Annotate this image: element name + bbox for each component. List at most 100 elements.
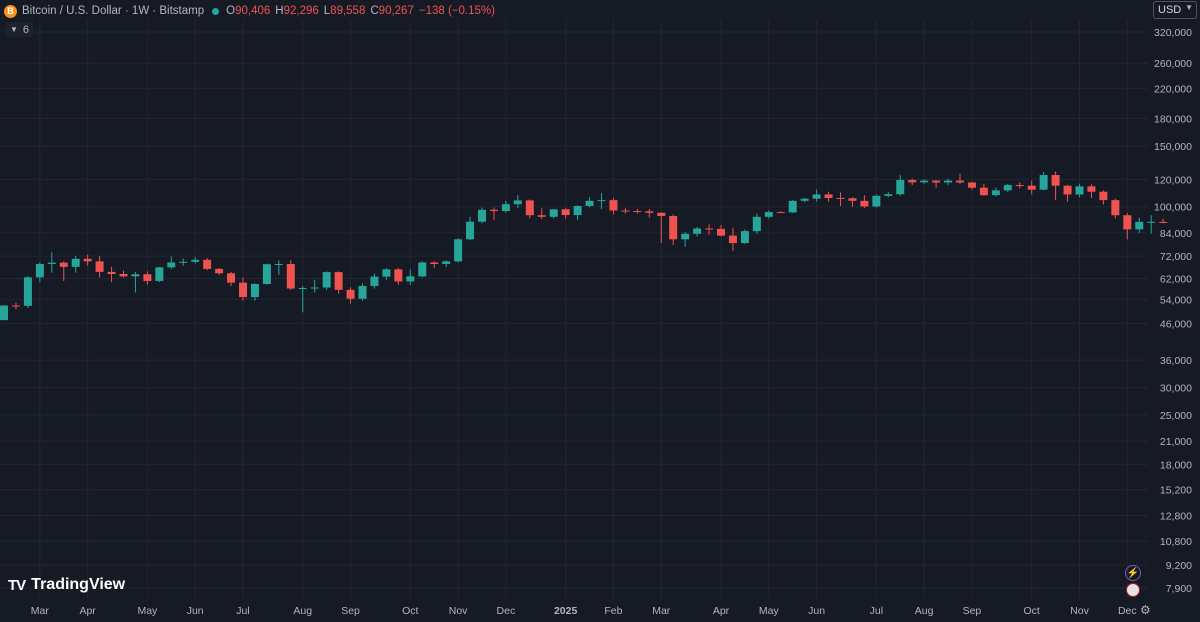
candle-body: [262, 264, 271, 284]
time-tick-label: Mar: [31, 605, 50, 617]
candle-body: [358, 285, 367, 299]
chevron-down-icon: ▼: [1185, 3, 1193, 12]
candle-body: [203, 259, 212, 269]
candle-body: [585, 200, 594, 206]
low-value: 89,558: [330, 5, 366, 17]
time-tick-label: Apr: [79, 605, 96, 617]
candle-body: [967, 182, 976, 188]
candle-body: [23, 277, 32, 306]
price-tick-label: 84,000: [1160, 228, 1192, 240]
candle-body: [657, 212, 666, 217]
price-tick-label: 220,000: [1154, 83, 1192, 95]
price-tick-label: 10,800: [1160, 536, 1192, 548]
time-tick-label: Sep: [963, 605, 982, 617]
candle-body: [860, 200, 869, 207]
price-tick-label: 320,000: [1154, 27, 1192, 39]
candle-body: [1123, 215, 1132, 230]
price-tick-label: 100,000: [1154, 202, 1192, 214]
price-chart[interactable]: 320,000 260,000 220,000 180,000 150,000 120,0…: [0, 0, 1200, 622]
candle-body: [681, 233, 690, 240]
candle-body: [824, 194, 833, 198]
time-tick-label: Oct: [1024, 605, 1040, 617]
candle-body: [800, 198, 809, 201]
close-label: C: [370, 5, 379, 17]
tradingview-logo-icon: TV: [8, 576, 26, 594]
time-tick-label: Nov: [1070, 605, 1089, 617]
candle-body: [1099, 191, 1108, 201]
candle-body: [513, 200, 522, 205]
candle-body: [382, 269, 391, 277]
candle-body: [489, 209, 498, 211]
candle-body: [466, 221, 475, 240]
candle-body: [47, 262, 56, 264]
candle-body: [1003, 185, 1012, 191]
candle-body: [979, 187, 988, 196]
price-tick-label: 46,000: [1160, 318, 1192, 330]
gear-icon[interactable]: ⚙: [1140, 603, 1151, 617]
symbol-legend[interactable]: B Bitcoin / U.S. Dollar · 1W · Bitstamp …: [4, 3, 500, 19]
time-tick-label: Jun: [808, 605, 825, 617]
candle-body: [83, 258, 92, 262]
time-tick-label: Feb: [604, 605, 622, 617]
candle-body: [1147, 221, 1156, 223]
time-tick-label: Nov: [449, 605, 468, 617]
candle-body: [286, 263, 295, 289]
time-tick-label: Apr: [713, 605, 730, 617]
open-label: O: [226, 5, 236, 17]
candle-body: [991, 190, 1000, 196]
time-tick-label: Sep: [341, 605, 360, 617]
price-tick-label: 12,800: [1160, 511, 1192, 523]
candle-body: [95, 261, 104, 272]
candle-body: [884, 194, 893, 196]
candle-body: [442, 261, 451, 264]
price-tick-label: 54,000: [1160, 294, 1192, 306]
candle-body: [645, 211, 654, 213]
time-tick-label: Aug: [915, 605, 934, 617]
candle-body: [167, 262, 176, 268]
candle-body: [705, 228, 714, 230]
currency-label: USD: [1158, 4, 1182, 16]
symbol-title[interactable]: Bitcoin / U.S. Dollar · 1W · Bitstamp: [22, 5, 204, 17]
open-value: 90,406: [235, 5, 271, 17]
candle-body: [1027, 185, 1036, 190]
change-value: −138 (−0.15%): [418, 5, 495, 17]
brand-name: TradingView: [31, 576, 126, 593]
currency-selector[interactable]: USD ▼: [1153, 1, 1197, 19]
candle-body: [179, 261, 188, 263]
candle-body: [669, 216, 678, 240]
candle-body: [143, 274, 152, 281]
candle-body: [1051, 175, 1060, 186]
indicators-toggle-button[interactable]: ▼ 6: [6, 22, 34, 37]
price-tick-label: 150,000: [1154, 141, 1192, 153]
candle-body: [119, 273, 128, 277]
candle-body: [478, 209, 486, 222]
candle-body: [1087, 186, 1096, 192]
candle-body: [191, 259, 200, 262]
candle-body: [227, 273, 236, 283]
candle-body: [1111, 200, 1120, 216]
tradingview-logo[interactable]: TV TradingView: [8, 576, 125, 594]
candle-body: [430, 262, 439, 264]
candle-body: [298, 288, 307, 290]
lightning-icon[interactable]: ⚡: [1125, 565, 1141, 581]
candle-body: [908, 179, 917, 183]
candle-body: [944, 180, 953, 183]
time-tick-label: Dec: [497, 605, 516, 617]
candle-body: [1159, 221, 1168, 223]
candle-body: [1075, 186, 1084, 195]
price-tick-label: 7,900: [1166, 583, 1192, 595]
us-flag-icon[interactable]: [1126, 583, 1140, 597]
candle-body: [370, 276, 379, 286]
candle-body: [1063, 185, 1072, 195]
candle-body: [1015, 185, 1024, 187]
price-tick-label: 120,000: [1154, 174, 1192, 186]
candle-body: [621, 210, 630, 212]
time-tick-label: May: [137, 605, 158, 617]
price-tick-label: 15,200: [1160, 485, 1192, 497]
candle-body: [788, 200, 797, 213]
candle-body: [239, 282, 247, 298]
indicators-count: 6: [22, 23, 30, 36]
candle-body: [573, 205, 582, 216]
time-tick-label: Mar: [652, 605, 671, 617]
candle-body: [71, 258, 80, 267]
